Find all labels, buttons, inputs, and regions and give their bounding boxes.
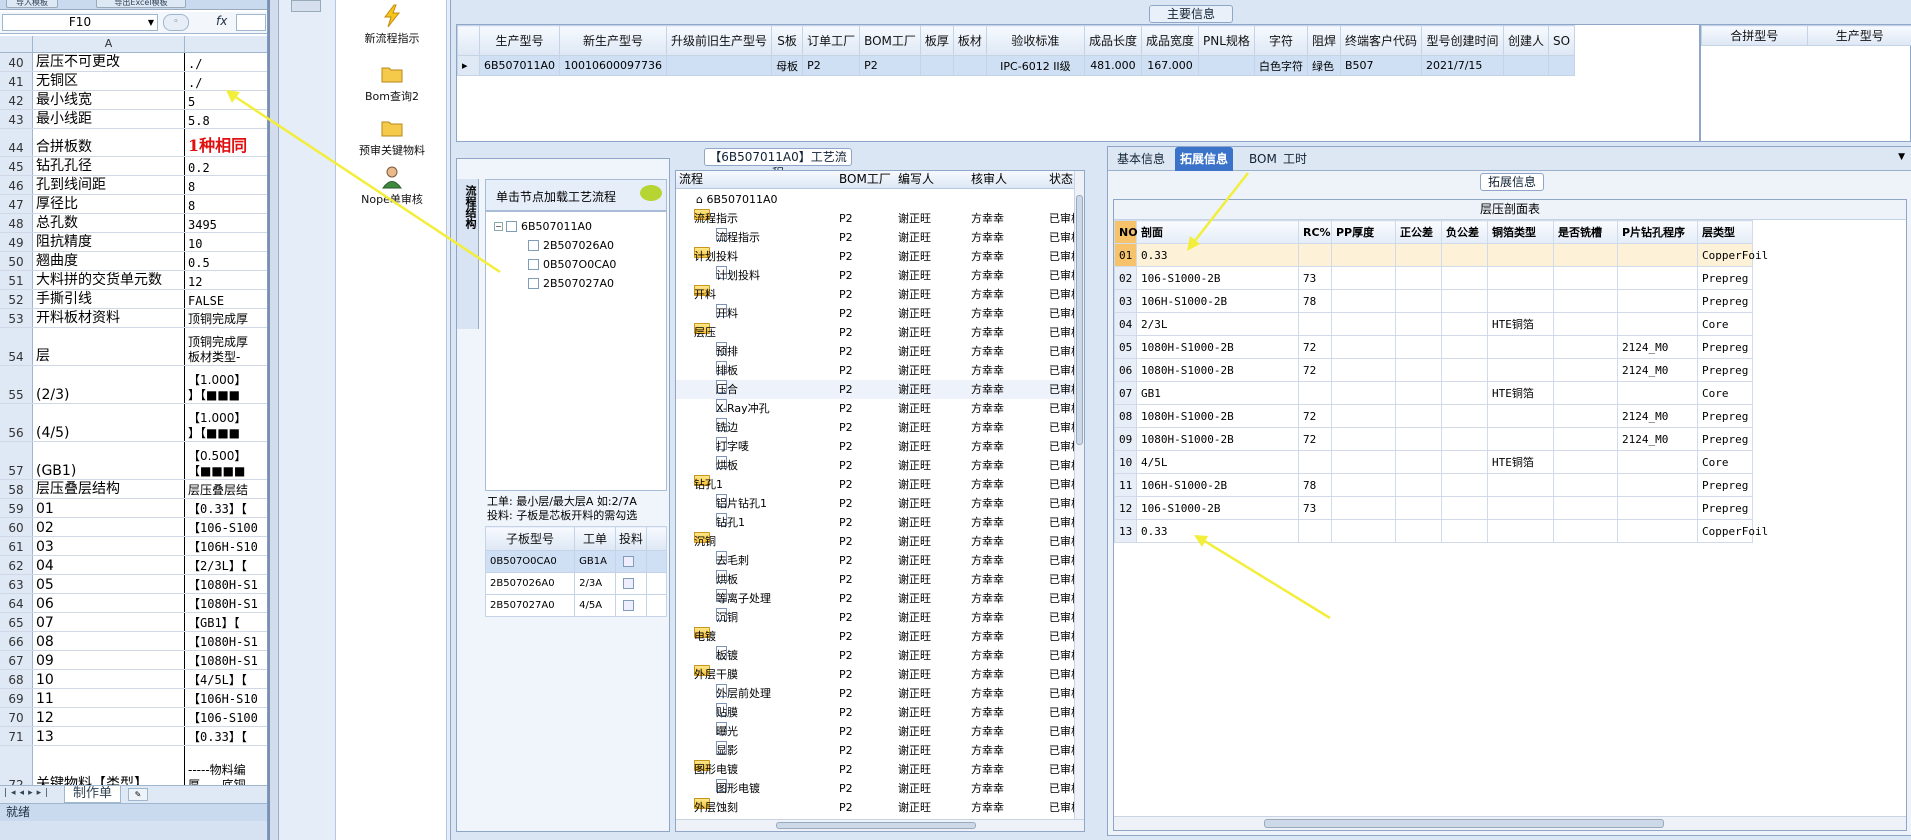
annotation-arrows <box>226 90 1331 620</box>
arrow-to-last-row <box>1194 535 1331 620</box>
arrow-to-excel <box>226 90 501 274</box>
arrow-to-first-row <box>1187 172 1249 251</box>
